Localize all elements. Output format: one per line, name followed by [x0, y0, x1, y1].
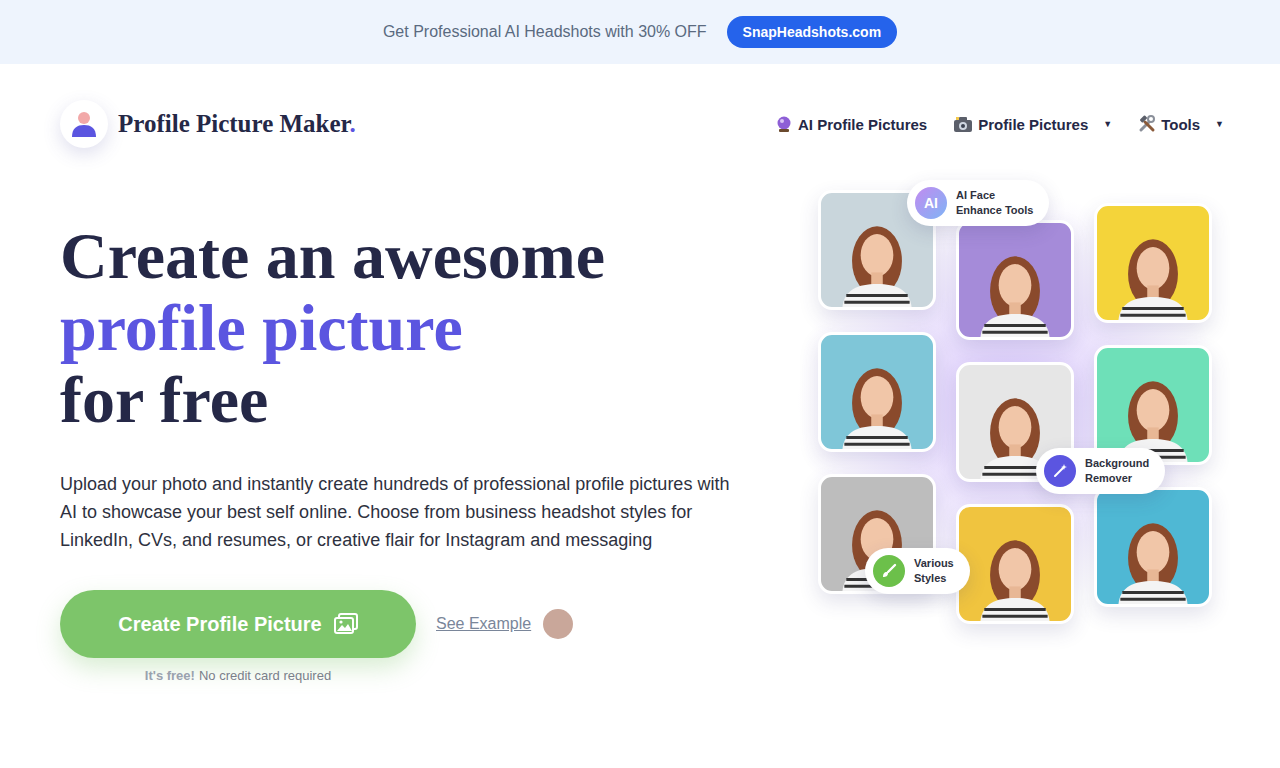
collage-column	[818, 190, 936, 594]
woman-portrait-icon	[1105, 224, 1201, 320]
main-nav: AI Profile PicturesProfile Pictures▼Tool…	[775, 115, 1224, 133]
photo-tile	[1094, 203, 1212, 323]
logo-dot: .	[349, 110, 355, 137]
woman-portrait-icon	[829, 353, 925, 449]
woman-portrait-icon	[1105, 508, 1201, 604]
photo-tile	[956, 220, 1074, 340]
hero-title: Create an awesomeprofile picturefor free	[60, 220, 750, 436]
badge-line: Remover	[1085, 471, 1149, 486]
feature-badge: VariousStyles	[865, 548, 970, 594]
ai-icon: AI	[924, 195, 938, 211]
badge-line: AI Face	[956, 188, 1033, 203]
photo-tile	[956, 504, 1074, 624]
nav-item[interactable]: Tools ▼	[1138, 115, 1224, 133]
camera-icon	[953, 115, 973, 133]
logo[interactable]: Profile Picture Maker.	[60, 100, 356, 148]
cta-note: It's free! No credit card required	[145, 668, 331, 683]
create-profile-picture-button[interactable]: Create Profile Picture	[60, 590, 416, 658]
note-bold: It's free!	[145, 668, 195, 683]
woman-portrait-icon	[967, 525, 1063, 621]
magic-wand-icon	[1052, 463, 1068, 479]
example-avatar	[543, 609, 573, 639]
collage-column	[1094, 190, 1212, 607]
person-icon	[69, 109, 99, 139]
hero-actions: Create Profile Picture It's free! No credi…	[60, 590, 750, 683]
feature-badge: BackgroundRemover	[1036, 448, 1165, 494]
logo-text: Profile Picture Maker.	[118, 110, 356, 138]
hero: Create an awesomeprofile picturefor free…	[0, 148, 1280, 683]
badge-icon: AI	[915, 187, 947, 219]
logo-icon	[60, 100, 108, 148]
feature-badge: AI AI FaceEnhance Tools	[907, 180, 1049, 226]
cta-label: Create Profile Picture	[118, 613, 321, 636]
caret-icon: ▼	[1103, 119, 1112, 129]
nav-item[interactable]: Profile Pictures ▼	[953, 115, 1112, 133]
see-example-link[interactable]: See Example	[436, 590, 573, 658]
crystal-ball-icon	[775, 115, 793, 133]
badge-text: BackgroundRemover	[1085, 456, 1149, 486]
photo-tile	[1094, 487, 1212, 607]
cta-group: Create Profile Picture It's free! No credi…	[60, 590, 416, 683]
badge-line: Styles	[914, 571, 954, 586]
hero-description: Upload your photo and instantly create h…	[60, 470, 740, 554]
nav-label: Tools	[1161, 116, 1200, 133]
badge-icon	[1044, 455, 1076, 487]
promo-banner: Get Professional AI Headshots with 30% O…	[0, 0, 1280, 64]
collage-column	[956, 190, 1074, 624]
hero-content: Create an awesomeprofile picturefor free…	[60, 148, 750, 683]
badge-icon	[873, 555, 905, 587]
example-label: See Example	[436, 615, 531, 633]
title-line: profile picture	[60, 292, 750, 364]
note-text: No credit card required	[199, 668, 331, 683]
page: Get Professional AI Headshots with 30% O…	[0, 0, 1280, 768]
badge-text: VariousStyles	[914, 556, 954, 586]
nav-label: Profile Pictures	[978, 116, 1088, 133]
title-line: Create an awesome	[60, 220, 750, 292]
header: Profile Picture Maker. AI Profile Picture…	[0, 64, 1280, 148]
banner-text: Get Professional AI Headshots with 30% O…	[383, 23, 707, 41]
tools-icon	[1138, 115, 1156, 133]
nav-label: AI Profile Pictures	[798, 116, 927, 133]
woman-portrait-icon	[829, 211, 925, 307]
collage: AI AI FaceEnhance Tools BackgroundRemover V…	[818, 190, 1212, 630]
brush-icon	[881, 563, 897, 579]
badge-text: AI FaceEnhance Tools	[956, 188, 1033, 218]
photo-tile	[818, 332, 936, 452]
woman-portrait-icon	[967, 241, 1063, 337]
photo-tile	[1094, 345, 1212, 465]
title-line: for free	[60, 364, 750, 436]
badge-line: Enhance Tools	[956, 203, 1033, 218]
badge-line: Various	[914, 556, 954, 571]
image-icon	[334, 613, 358, 635]
nav-item[interactable]: AI Profile Pictures	[775, 115, 927, 133]
caret-icon: ▼	[1215, 119, 1224, 129]
banner-button[interactable]: SnapHeadshots.com	[727, 16, 897, 48]
badge-line: Background	[1085, 456, 1149, 471]
